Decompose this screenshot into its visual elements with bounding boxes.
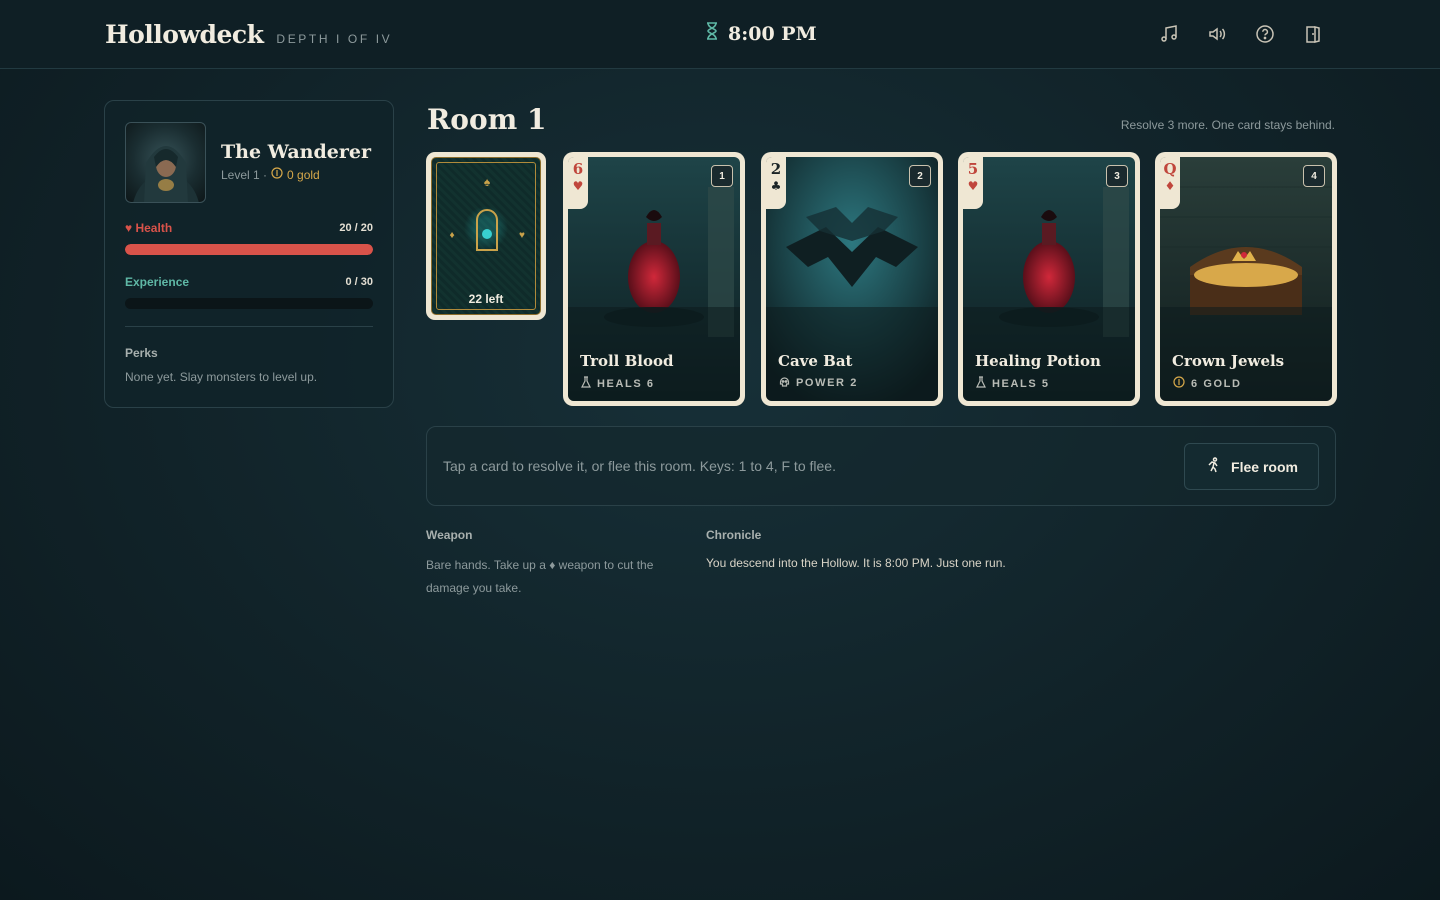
room-hint: Resolve 3 more. One card stays behind. — [1120, 118, 1335, 132]
avatar — [125, 122, 206, 203]
health-bar — [125, 244, 373, 255]
card-stat-text: 6 GOLD — [1191, 377, 1242, 390]
card-name: Crown Jewels — [1172, 352, 1285, 370]
experience-label: Experience — [125, 275, 190, 289]
room-title: Room 1 — [427, 103, 547, 136]
card-stat: 6 GOLD — [1173, 376, 1242, 391]
card-hotkey-badge: 2 — [909, 165, 931, 187]
card-art: 2 ♣ 2 Cave Bat POWER 2 — [766, 157, 938, 401]
card-hotkey-badge: 4 — [1303, 165, 1325, 187]
card-stat: HEALS 6 — [581, 376, 655, 391]
card-art: Q ♦ 4 Crown Jewels 6 GOLD — [1160, 157, 1332, 401]
heart-icon: ♥ — [125, 221, 133, 235]
card-stat: HEALS 5 — [976, 376, 1050, 391]
card-rank-value: Q — [1163, 160, 1177, 178]
room-card[interactable]: Q ♦ 4 Crown Jewels 6 GOLD — [1155, 152, 1337, 406]
card-back: ♠ ♦ ♥ 22 left — [431, 157, 541, 315]
flee-room-label: Flee room — [1231, 458, 1298, 475]
health-label: ♥ Health — [125, 221, 173, 235]
card-rank-value: 2 — [770, 160, 782, 178]
running-icon — [1205, 457, 1221, 476]
action-bar: Tap a card to resolve it, or flee this r… — [426, 426, 1336, 506]
perks-title: Perks — [125, 346, 158, 360]
svg-text:♥: ♥ — [519, 230, 525, 241]
flask-icon — [581, 376, 591, 391]
hero-name: The Wanderer — [221, 141, 371, 163]
perks-text: None yet. Slay monsters to level up. — [125, 370, 318, 384]
card-name: Troll Blood — [580, 352, 674, 370]
draw-pile: ♠ ♦ ♥ 22 left — [426, 152, 546, 320]
weapon-title: Weapon — [426, 528, 473, 542]
card-stat-text: POWER 2 — [796, 377, 858, 389]
flask-icon — [976, 376, 986, 391]
top-bar: Hollowdeck DEPTH I OF IV 8:00 PM — [0, 0, 1440, 69]
card-rank: 5 ♥ — [963, 157, 983, 209]
card-name: Healing Potion — [975, 352, 1101, 370]
hero-gold: 0 gold — [287, 167, 320, 182]
card-suit: ♦ — [1164, 179, 1176, 193]
room-card[interactable]: 2 ♣ 2 Cave Bat POWER 2 — [761, 152, 943, 406]
chronicle-title: Chronicle — [706, 528, 762, 542]
hero-level: Level 1 · — [221, 167, 268, 182]
clock-time: 8:00 PM — [728, 22, 817, 45]
hero-meta: Level 1 · 0 gold — [221, 167, 320, 182]
character-panel: The Wanderer Level 1 · 0 gold ♥ Health 2… — [104, 100, 394, 408]
svg-text:♦: ♦ — [449, 230, 454, 241]
hourglass-icon — [706, 22, 718, 45]
top-icon-group — [1158, 23, 1324, 45]
room-card[interactable]: 5 ♥ 3 Healing Potion HEALS 5 — [958, 152, 1140, 406]
game-clock: 8:00 PM — [706, 22, 817, 45]
health-value: 20 / 20 — [339, 222, 373, 234]
card-name: Cave Bat — [778, 352, 853, 370]
card-stat: POWER 2 — [779, 376, 858, 390]
card-suit: ♣ — [770, 179, 782, 193]
brand-name: Hollowdeck — [105, 20, 264, 49]
divider — [125, 326, 373, 327]
action-instruction: Tap a card to resolve it, or flee this r… — [443, 458, 836, 474]
card-suit: ♥ — [572, 179, 584, 193]
experience-value: 0 / 30 — [345, 276, 373, 288]
weapon-text: Bare hands. Take up a ♦ weapon to cut th… — [426, 558, 654, 595]
svg-text:♠: ♠ — [484, 175, 491, 189]
brand: Hollowdeck DEPTH I OF IV — [105, 20, 392, 49]
coin-icon — [1173, 376, 1185, 391]
card-art: 6 ♥ 1 Troll Blood HEALS 6 — [568, 157, 740, 401]
card-rank: Q ♦ — [1160, 157, 1180, 209]
flee-room-button[interactable]: Flee room — [1184, 443, 1319, 490]
card-rank: 6 ♥ — [568, 157, 588, 209]
skull-icon — [779, 376, 790, 390]
chronicle-entry: You descend into the Hollow. It is 8:00 … — [706, 556, 1006, 570]
card-stat-text: HEALS 6 — [597, 377, 655, 390]
experience-bar — [125, 298, 373, 309]
card-hotkey-badge: 1 — [711, 165, 733, 187]
deck-count: 22 left — [468, 292, 504, 306]
card-suit: ♥ — [967, 179, 979, 193]
card-rank-value: 6 — [572, 160, 584, 178]
music-icon[interactable] — [1158, 23, 1180, 45]
card-rank: 2 ♣ — [766, 157, 786, 209]
card-hotkey-badge: 3 — [1106, 165, 1128, 187]
coin-icon — [271, 167, 283, 182]
health-bar-fill — [125, 244, 373, 255]
card-rank-value: 5 — [967, 160, 979, 178]
exit-icon[interactable] — [1302, 23, 1324, 45]
room-card[interactable]: 6 ♥ 1 Troll Blood HEALS 6 — [563, 152, 745, 406]
volume-icon[interactable] — [1206, 23, 1228, 45]
card-art: 5 ♥ 3 Healing Potion HEALS 5 — [963, 157, 1135, 401]
depth-indicator: DEPTH I OF IV — [276, 32, 393, 46]
help-icon[interactable] — [1254, 23, 1276, 45]
card-stat-text: HEALS 5 — [992, 377, 1050, 390]
